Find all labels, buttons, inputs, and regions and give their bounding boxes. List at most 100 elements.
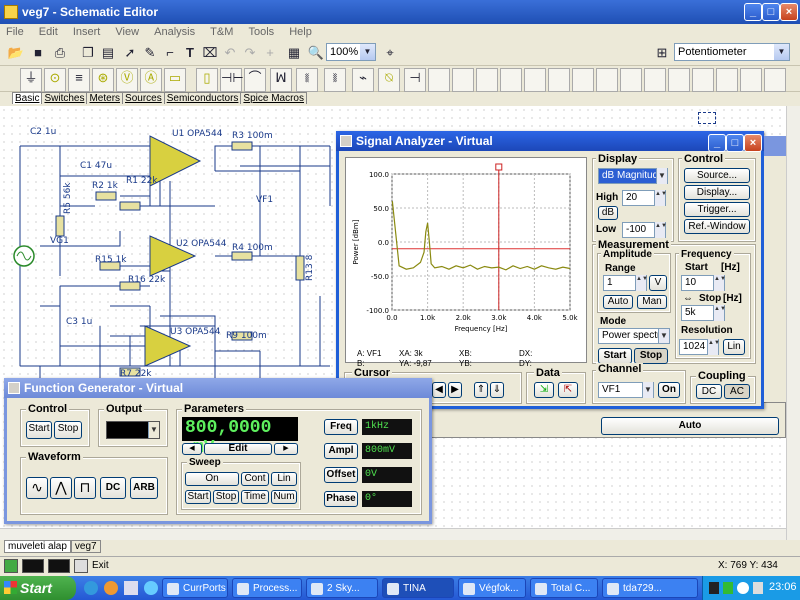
task-skype[interactable]: 2 Sky... <box>306 578 378 598</box>
palette-empty-3[interactable] <box>476 68 498 92</box>
spin-icon[interactable]: ▲▼ <box>713 305 726 321</box>
doc-tab-muveleti[interactable]: muveleti alap <box>4 540 71 553</box>
exit-label[interactable]: Exit <box>92 560 109 571</box>
fg-output-select[interactable]: ▼ <box>106 421 160 439</box>
tab-meters[interactable]: Meters <box>86 92 124 104</box>
palette-empty-14[interactable] <box>740 68 762 92</box>
status-icon-1[interactable] <box>4 559 18 573</box>
trigger-button[interactable]: Trigger... <box>684 202 750 217</box>
start-freq-input[interactable]: 10 ▲▼ <box>681 275 726 291</box>
tray-icon-1[interactable] <box>709 582 719 594</box>
task-vegfok[interactable]: Végfok... <box>458 578 526 598</box>
freq-button[interactable]: Freq <box>324 419 358 435</box>
palette-empty-13[interactable] <box>716 68 738 92</box>
tray-icon-2[interactable] <box>723 582 733 594</box>
spin-icon[interactable]: ▲▼ <box>635 275 648 291</box>
palette-empty-12[interactable] <box>692 68 714 92</box>
start-button[interactable]: Start <box>0 576 76 600</box>
square-wave-icon[interactable]: ⊓ <box>74 477 96 499</box>
task-tina[interactable]: TINA <box>382 578 454 598</box>
display-mode-select[interactable]: dB Magnitude ▼ <box>598 168 668 184</box>
tab-semiconductors[interactable]: Semiconductors <box>163 92 242 104</box>
coupling-dc-button[interactable]: DC <box>696 384 722 399</box>
wire-icon[interactable]: ⌐ <box>160 43 180 63</box>
plus-icon[interactable]: + <box>260 43 280 63</box>
param-left-icon[interactable]: ◀ <box>182 443 202 455</box>
menu-view[interactable]: View <box>109 24 145 40</box>
db-unit-button[interactable]: dB <box>598 206 618 220</box>
minimize-button[interactable]: _ <box>708 134 726 152</box>
text-icon[interactable]: T <box>180 43 200 63</box>
param-right-icon[interactable]: ▶ <box>274 443 298 455</box>
zoom-select[interactable]: 100% ▼ <box>326 43 376 61</box>
cursor-peak-down-icon[interactable]: ⇓ <box>490 382 504 398</box>
palette-empty-2[interactable] <box>452 68 474 92</box>
open-icon[interactable]: 📂 <box>6 43 26 63</box>
switch-icon[interactable]: ⌁ <box>352 68 374 92</box>
sweep-time-button[interactable]: Time <box>241 490 269 504</box>
sine-wave-icon[interactable]: ∿ <box>26 477 48 499</box>
cursor-peak-up-icon[interactable]: ⇑ <box>474 382 488 398</box>
palette-empty-8[interactable] <box>596 68 618 92</box>
save-icon[interactable]: ■ <box>28 43 48 63</box>
ref-window-button[interactable]: Ref.-Window <box>684 219 750 234</box>
desktop-icon[interactable] <box>124 581 138 595</box>
sweep-cont-button[interactable]: Cont <box>241 472 269 486</box>
menu-tm[interactable]: T&M <box>204 24 239 40</box>
maximize-button[interactable]: □ <box>762 3 780 21</box>
vertical-scrollbar[interactable] <box>786 106 800 540</box>
terminal-icon[interactable]: ⊣ <box>404 68 426 92</box>
palette-empty-9[interactable] <box>620 68 642 92</box>
paste-icon[interactable]: ▤ <box>98 43 118 63</box>
menu-tools[interactable]: Tools <box>242 24 280 40</box>
transformer-icon[interactable]: ⧛ <box>296 68 318 92</box>
cursor-left-icon[interactable]: ◀ <box>432 382 446 398</box>
sweep-num-button[interactable]: Num <box>271 490 297 504</box>
palette-empty-15[interactable] <box>764 68 786 92</box>
spin-icon[interactable]: ▲▼ <box>654 190 667 206</box>
measure-start-button[interactable]: Start <box>598 348 632 364</box>
menu-file[interactable]: File <box>0 24 30 40</box>
voltage-meter-icon[interactable]: ⊙ <box>44 68 66 92</box>
volume-icon[interactable] <box>753 582 763 594</box>
doc-tab-veg7[interactable]: veg7 <box>70 540 101 553</box>
probe-icon[interactable]: ⌖ <box>380 43 400 63</box>
task-total-commander[interactable]: Total C... <box>530 578 598 598</box>
palette-empty-10[interactable] <box>644 68 666 92</box>
amplitude-auto-button[interactable]: Auto <box>603 295 633 309</box>
ammeter-icon[interactable]: Ⓐ <box>140 68 162 92</box>
potentiometer-icon[interactable]: ▯ <box>196 68 218 92</box>
mode-select[interactable]: Power spectrum ▼ <box>598 328 670 344</box>
inductor-icon[interactable]: ⌒ <box>244 68 266 92</box>
horizontal-scrollbar[interactable] <box>0 528 786 540</box>
range-input[interactable]: 1 ▲▼ <box>603 275 648 291</box>
tab-spice-macros[interactable]: Spice Macros <box>240 92 307 104</box>
palette-empty-1[interactable] <box>428 68 450 92</box>
redo-icon[interactable]: ↷ <box>240 43 260 63</box>
close-button[interactable]: × <box>744 134 762 152</box>
spin-icon[interactable]: ▲▼ <box>707 339 720 355</box>
voltmeter-icon[interactable]: Ⓥ <box>116 68 138 92</box>
high-input[interactable]: 20 ▲▼ <box>622 190 667 206</box>
capacitor-icon[interactable]: ⊣⊢ <box>220 68 244 92</box>
quicklaunch-icon[interactable] <box>144 581 158 595</box>
sweep-start-button[interactable]: Start <box>185 490 211 504</box>
analyzer-icon[interactable] <box>48 559 70 573</box>
minimize-button[interactable]: _ <box>744 3 762 21</box>
low-input[interactable]: -100 ▲▼ <box>622 222 667 238</box>
amplitude-man-button[interactable]: Man <box>637 295 667 309</box>
tab-basic[interactable]: Basic <box>12 92 43 104</box>
task-currports[interactable]: CurrPorts <box>162 578 228 598</box>
fg-stop-button[interactable]: Stop <box>54 421 82 439</box>
tab-sources[interactable]: Sources <box>122 92 165 104</box>
menu-help[interactable]: Help <box>283 24 318 40</box>
channel-on-button[interactable]: On <box>658 382 680 398</box>
fg-start-button[interactable]: Start <box>26 421 52 439</box>
coil-icon[interactable]: ꟽ <box>270 68 292 92</box>
sweep-lin-button[interactable]: Lin <box>271 472 297 486</box>
edit-button[interactable]: Edit <box>204 443 272 455</box>
task-process[interactable]: Process... <box>232 578 302 598</box>
current-meter-icon[interactable]: ⊛ <box>92 68 114 92</box>
resistor-icon[interactable]: ▭ <box>164 68 186 92</box>
copy-icon[interactable]: ❐ <box>78 43 98 63</box>
